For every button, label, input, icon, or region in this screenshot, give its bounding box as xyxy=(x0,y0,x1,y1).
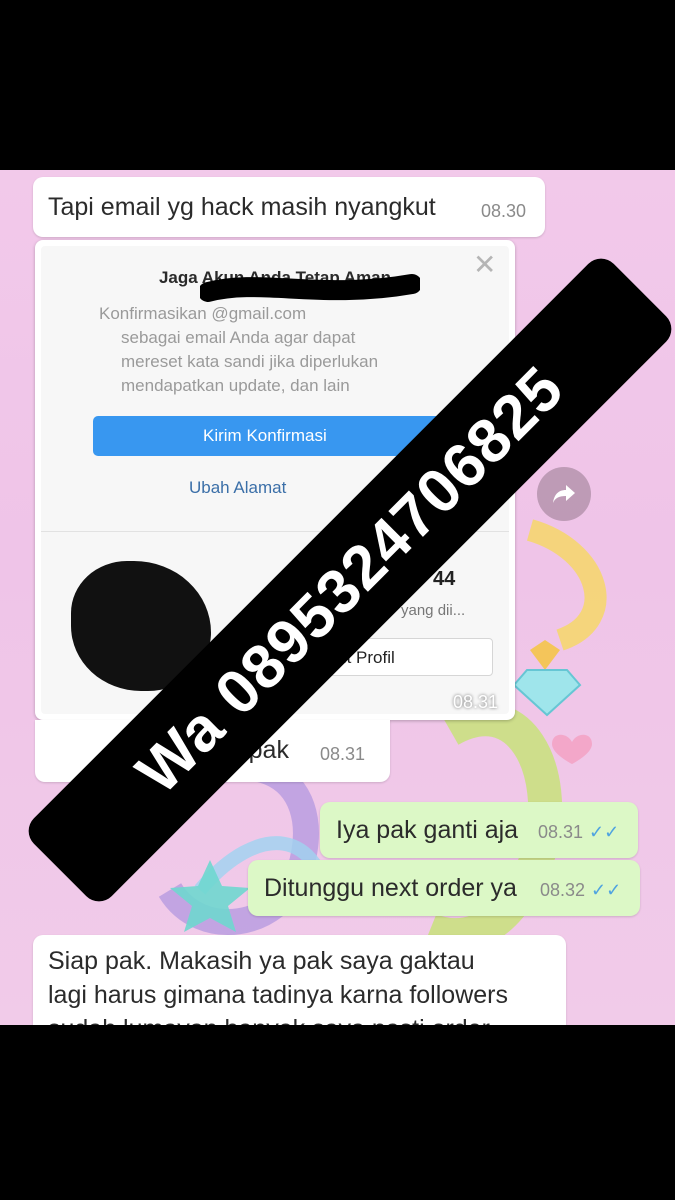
message-text: Tapi email yg hack masih nyangkut xyxy=(48,193,436,221)
image-time: 08.31 xyxy=(453,692,499,712)
dialog-body-line: sebagai email Anda agar dapat xyxy=(121,328,356,347)
change-email-link: Ubah Alamat xyxy=(189,478,287,497)
message-time: 08.30 xyxy=(481,201,527,221)
message-bubble-outgoing[interactable]: Iya pak ganti aja 08.31 ✓✓ xyxy=(320,802,638,858)
forward-icon xyxy=(553,485,575,503)
message-time: 08.31 xyxy=(320,744,366,764)
double-check-icon: ✓✓ xyxy=(591,880,622,900)
message-bubble-incoming[interactable]: Tapi email yg hack masih nyangkut 08.30 xyxy=(33,177,545,237)
message-text: Ditunggu next order ya xyxy=(264,874,517,902)
redaction-scribble xyxy=(200,274,420,302)
message-time-label: 08.31 xyxy=(538,822,584,842)
dialog-body-line: mendapatkan update, dan lain xyxy=(121,376,350,395)
message-time-label: 08.32 xyxy=(540,880,586,900)
double-check-icon: ✓✓ xyxy=(589,822,620,842)
message-text-line: lagi harus gimana tadinya karna follower… xyxy=(48,981,508,1009)
confirm-email-button: Kirim Konfirmasi xyxy=(93,416,453,456)
message-text-line: Siap pak. Makasih ya pak saya gaktau xyxy=(48,947,475,975)
message-time: 08.32 ✓✓ xyxy=(540,880,621,901)
message-time: 08.31 ✓✓ xyxy=(538,822,619,843)
following-label: yang dii... xyxy=(401,602,466,619)
message-text: Iya pak ganti aja xyxy=(336,816,519,844)
message-bubble-incoming[interactable]: Siap pak. Makasih ya pak saya gaktau lag… xyxy=(33,935,566,1025)
chat-area: Tapi email yg hack masih nyangkut 08.30 … xyxy=(0,170,675,1025)
dialog-body-line: mereset kata sandi jika diperlukan xyxy=(121,352,379,371)
message-text-line: sudah lumayan banyak saya pasti order xyxy=(48,1015,490,1025)
message-bubble-outgoing[interactable]: Ditunggu next order ya 08.32 ✓✓ xyxy=(248,860,640,916)
confirm-email-button-label: Kirim Konfirmasi xyxy=(203,426,327,445)
forward-button[interactable] xyxy=(537,467,591,521)
